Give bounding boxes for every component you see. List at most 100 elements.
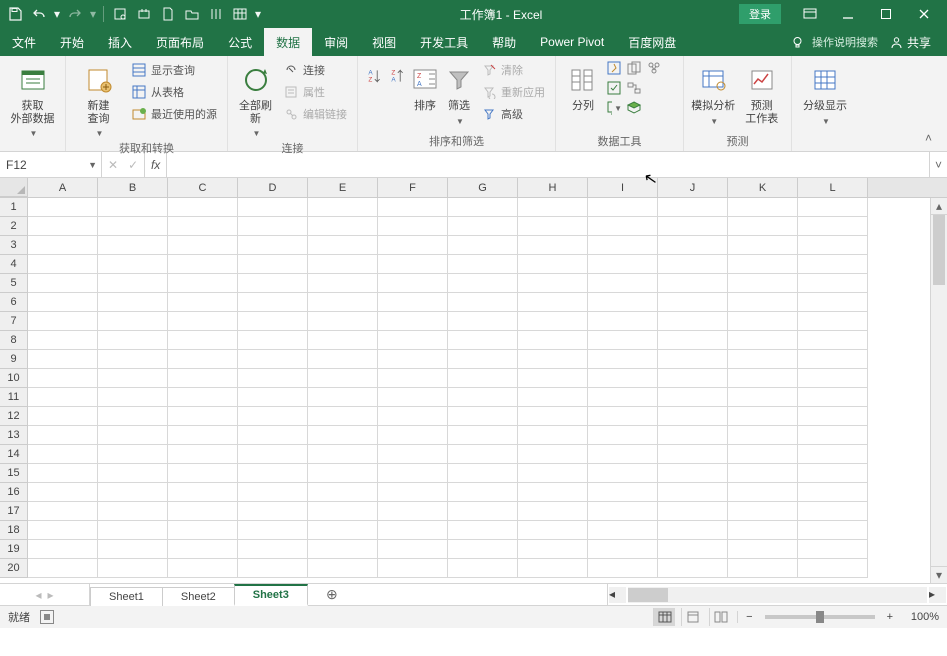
cell[interactable] [728, 540, 798, 559]
lightbulb-icon[interactable] [790, 34, 806, 50]
cell[interactable] [168, 274, 238, 293]
cell[interactable] [448, 369, 518, 388]
col-header[interactable]: I [588, 178, 658, 197]
cell[interactable] [518, 445, 588, 464]
cell[interactable] [658, 559, 728, 578]
cell[interactable] [588, 274, 658, 293]
cell[interactable] [798, 521, 868, 540]
cell[interactable] [378, 331, 448, 350]
cell[interactable] [378, 559, 448, 578]
cell[interactable] [588, 521, 658, 540]
cell[interactable] [378, 312, 448, 331]
hscroll-thumb[interactable] [628, 588, 668, 602]
cell[interactable] [308, 293, 378, 312]
cell[interactable] [28, 198, 98, 217]
cell[interactable] [378, 293, 448, 312]
cell[interactable] [98, 331, 168, 350]
cell[interactable] [28, 331, 98, 350]
cell[interactable] [98, 445, 168, 464]
cell[interactable] [798, 445, 868, 464]
cell[interactable] [588, 445, 658, 464]
cell[interactable] [168, 350, 238, 369]
zoom-in-button[interactable]: + [887, 611, 893, 623]
row-header[interactable]: 6 [0, 293, 28, 312]
row-header[interactable]: 3 [0, 236, 28, 255]
cell[interactable] [238, 559, 308, 578]
undo-icon[interactable] [28, 3, 50, 25]
login-button[interactable]: 登录 [739, 4, 781, 24]
share-button[interactable]: 共享 [884, 34, 937, 51]
cell[interactable] [658, 483, 728, 502]
cell[interactable] [658, 312, 728, 331]
cell[interactable] [518, 407, 588, 426]
normal-view-icon[interactable] [653, 608, 675, 626]
cell[interactable] [728, 521, 798, 540]
cell[interactable] [378, 369, 448, 388]
cell[interactable] [518, 274, 588, 293]
cell[interactable] [518, 236, 588, 255]
row-header[interactable]: 14 [0, 445, 28, 464]
macro-record-icon[interactable] [40, 610, 54, 624]
cell[interactable] [168, 407, 238, 426]
cell[interactable] [518, 293, 588, 312]
row-header[interactable]: 11 [0, 388, 28, 407]
row-header[interactable]: 13 [0, 426, 28, 445]
tell-me-input[interactable]: 操作说明搜索 [812, 34, 878, 50]
cell[interactable] [308, 236, 378, 255]
cell[interactable] [98, 540, 168, 559]
col-header[interactable]: C [168, 178, 238, 197]
cell[interactable] [238, 350, 308, 369]
cell[interactable] [238, 483, 308, 502]
cell[interactable] [98, 559, 168, 578]
cell[interactable] [448, 483, 518, 502]
scroll-thumb[interactable] [933, 215, 945, 285]
cell[interactable] [728, 502, 798, 521]
cell[interactable] [588, 236, 658, 255]
cell[interactable] [518, 255, 588, 274]
tab-baidupan[interactable]: 百度网盘 [616, 28, 688, 56]
flash-fill-icon[interactable] [606, 60, 622, 76]
cell[interactable] [168, 502, 238, 521]
cell[interactable] [238, 445, 308, 464]
cell[interactable] [238, 331, 308, 350]
cell[interactable] [798, 483, 868, 502]
cell[interactable] [588, 483, 658, 502]
cell[interactable] [798, 388, 868, 407]
scroll-up-icon[interactable]: ▴ [931, 198, 947, 215]
manage-data-model-icon[interactable] [626, 100, 642, 116]
cell[interactable] [448, 521, 518, 540]
cell[interactable] [518, 198, 588, 217]
cell[interactable] [448, 388, 518, 407]
relationships-icon[interactable] [626, 80, 642, 96]
cell[interactable] [28, 312, 98, 331]
cell[interactable] [168, 521, 238, 540]
cell[interactable] [238, 502, 308, 521]
qat-btn-1[interactable] [109, 3, 131, 25]
cell[interactable] [448, 331, 518, 350]
cell[interactable] [798, 331, 868, 350]
advanced-filter-button[interactable]: 高级 [477, 104, 549, 124]
cell[interactable] [98, 521, 168, 540]
cell[interactable] [378, 255, 448, 274]
qat-btn-6[interactable] [229, 3, 251, 25]
cell[interactable] [98, 312, 168, 331]
cell[interactable] [728, 312, 798, 331]
cell[interactable] [658, 236, 728, 255]
col-header[interactable]: J [658, 178, 728, 197]
row-header[interactable]: 20 [0, 559, 28, 578]
cell[interactable] [658, 217, 728, 236]
cell[interactable] [658, 464, 728, 483]
cell[interactable] [518, 559, 588, 578]
cell[interactable] [98, 502, 168, 521]
sort-za-button[interactable]: ZA [387, 60, 408, 88]
cell[interactable] [98, 293, 168, 312]
minimize-icon[interactable] [829, 0, 867, 28]
cell[interactable] [98, 464, 168, 483]
cell[interactable] [238, 236, 308, 255]
cell[interactable] [798, 255, 868, 274]
row-header[interactable]: 12 [0, 407, 28, 426]
cell[interactable] [308, 350, 378, 369]
expand-formula-icon[interactable]: ˅ [929, 152, 947, 177]
cell[interactable] [238, 464, 308, 483]
cell[interactable] [518, 521, 588, 540]
